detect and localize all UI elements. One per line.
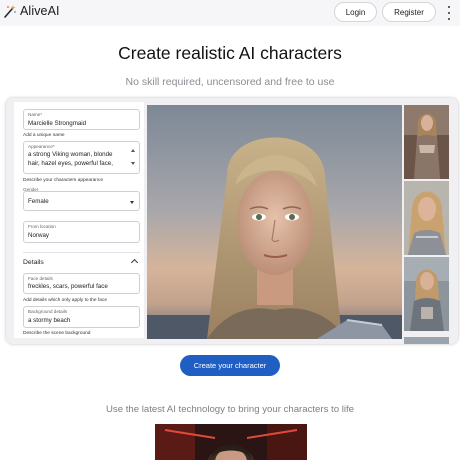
chevron-up-icon <box>130 258 139 267</box>
character-thumbnail[interactable] <box>404 181 449 255</box>
appearance-label: Appearance* <box>28 144 55 149</box>
generated-character-image <box>147 105 402 339</box>
location-field[interactable]: From location Norway <box>23 221 140 243</box>
hero-title: Create realistic AI characters <box>118 43 342 63</box>
more-menu-icon[interactable] <box>445 6 453 20</box>
logo[interactable]: AliveAI <box>3 4 60 18</box>
background-details-input[interactable]: a stormy beach <box>28 316 70 325</box>
character-form: Name* Marcielle Strongmaid Add a unique … <box>14 102 144 338</box>
character-thumbnail[interactable] <box>404 257 449 331</box>
section-subtitle: Use the latest AI technology to bring yo… <box>106 404 354 415</box>
gender-dropdown[interactable]: Female <box>23 191 140 211</box>
appearance-hint: Describe your characters appearance <box>23 178 103 183</box>
create-character-button[interactable]: Create your character <box>180 355 280 376</box>
appearance-field[interactable]: Appearance* a strong Viking woman, blond… <box>23 141 140 174</box>
details-label: Details <box>23 259 44 266</box>
background-details-field[interactable]: Background details a stormy beach <box>23 306 140 328</box>
appearance-line-2: hair, hazel eyes, powerful face, <box>28 160 113 167</box>
background-details-label: Background details <box>28 309 68 314</box>
login-button[interactable]: Login <box>334 2 377 22</box>
top-navbar: AliveAI Login Register <box>0 0 460 26</box>
details-toggle[interactable]: Details <box>23 257 140 270</box>
face-details-label: Face details <box>28 276 53 281</box>
magic-wand-icon <box>4 5 16 18</box>
face-details-hint: Add details which only apply to the face <box>23 298 107 303</box>
location-input[interactable]: Norway <box>28 231 49 240</box>
face-details-input[interactable]: freckles, scars, powerful face <box>28 282 108 291</box>
chevron-down-icon <box>130 201 134 204</box>
name-field[interactable]: Name* Marcielle Strongmaid <box>23 109 140 130</box>
name-input[interactable]: Marcielle Strongmaid <box>28 119 86 128</box>
name-hint: Add a unique name <box>23 133 65 138</box>
logo-text: AliveAI <box>20 4 60 18</box>
register-button[interactable]: Register <box>382 2 436 22</box>
gender-value: Female <box>28 198 49 205</box>
character-creator-panel: Name* Marcielle Strongmaid Add a unique … <box>6 98 458 344</box>
name-label: Name* <box>28 112 43 117</box>
hero-subtitle: No skill required, uncensored and free t… <box>125 76 335 88</box>
background-details-hint: Describe the scene background <box>23 331 91 336</box>
appearance-line-1: a strong Viking woman, blonde <box>28 151 113 158</box>
face-details-field[interactable]: Face details freckles, scars, powerful f… <box>23 273 140 294</box>
textarea-scroll-arrows-icon[interactable] <box>130 149 135 165</box>
character-thumbnail[interactable] <box>404 105 449 179</box>
location-label: From location <box>28 224 56 229</box>
divider <box>23 252 140 253</box>
character-thumbnail[interactable] <box>404 334 449 344</box>
showcase-image <box>155 424 307 460</box>
